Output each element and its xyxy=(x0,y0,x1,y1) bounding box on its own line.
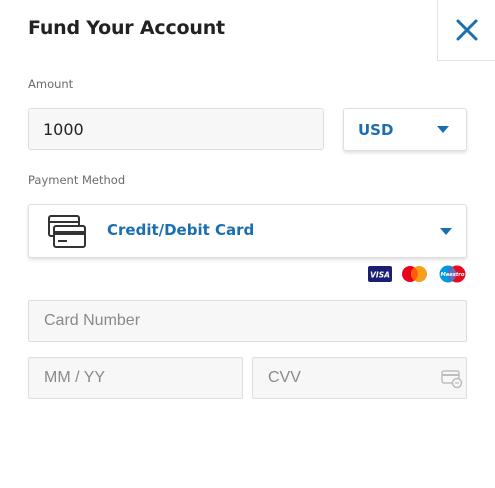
close-button[interactable] xyxy=(437,0,495,61)
chevron-down-icon xyxy=(440,228,452,235)
currency-select[interactable]: USD xyxy=(343,108,467,151)
page-title: Fund Your Account xyxy=(28,17,225,39)
maestro-logo: Maestro xyxy=(439,265,466,283)
card-icon xyxy=(48,215,86,248)
amount-label: Amount xyxy=(28,77,74,91)
cvv-input[interactable] xyxy=(252,357,467,399)
amount-input[interactable] xyxy=(28,108,324,150)
svg-text:Maestro: Maestro xyxy=(441,272,465,278)
payment-method-label: Payment Method xyxy=(28,173,126,187)
card-number-input[interactable] xyxy=(28,300,467,342)
visa-logo-text: VISA xyxy=(370,271,390,280)
mastercard-logo xyxy=(402,266,427,282)
card-brands: VISA Maestro xyxy=(368,265,468,283)
currency-value: USD xyxy=(358,120,394,139)
close-icon xyxy=(456,19,477,41)
payment-method-select[interactable]: Credit/Debit Card xyxy=(28,204,467,258)
visa-logo: VISA xyxy=(368,266,392,282)
cvv-card-icon xyxy=(441,370,463,389)
expiry-input[interactable] xyxy=(28,357,243,399)
payment-method-value: Credit/Debit Card xyxy=(107,221,255,239)
chevron-down-icon xyxy=(437,126,449,133)
